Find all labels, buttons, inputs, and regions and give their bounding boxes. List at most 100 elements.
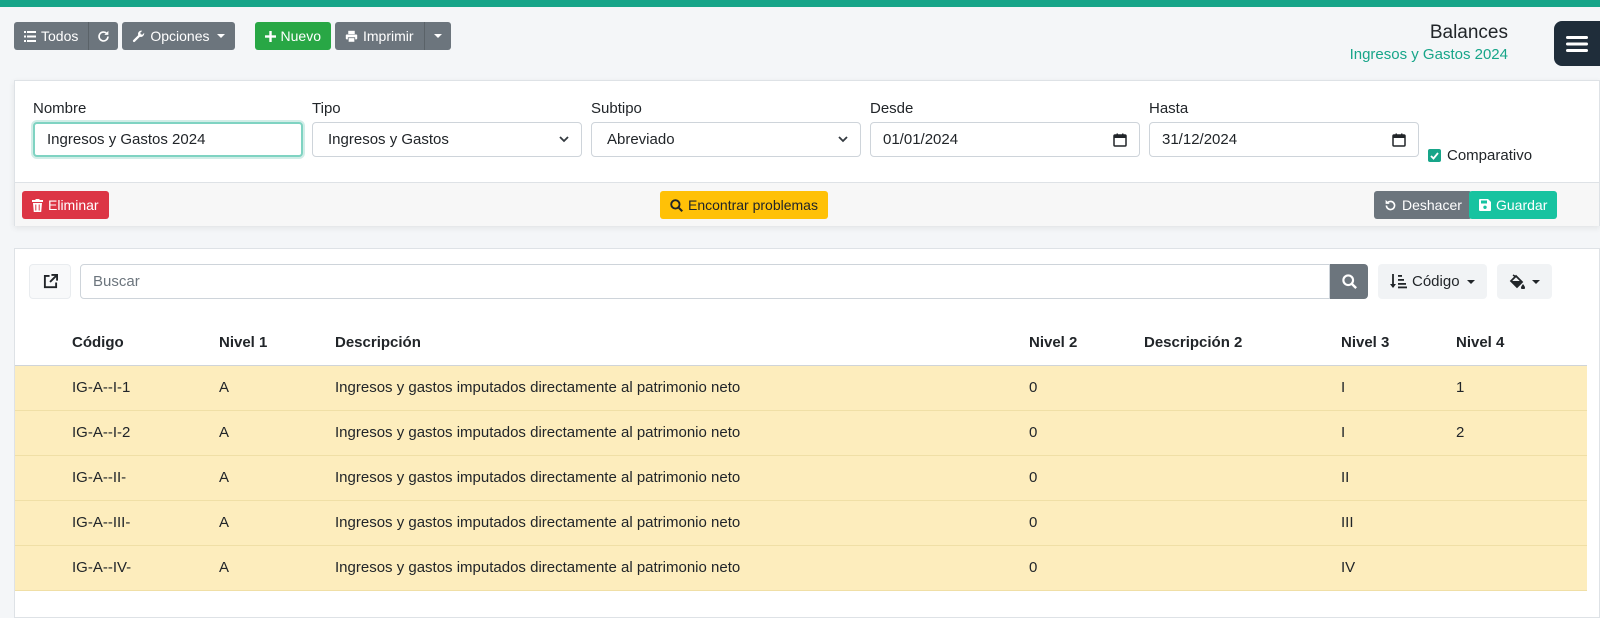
tipo-select[interactable]: Ingresos y Gastos: [312, 122, 582, 157]
wrench-icon: [133, 30, 145, 42]
desde-date-input[interactable]: 01/01/2024: [870, 122, 1140, 157]
imprimir-dropdown-button[interactable]: [423, 22, 451, 50]
column-header-descripcion-2[interactable]: Descripción 2: [1144, 321, 1341, 366]
cell-nivel-3: III: [1341, 500, 1456, 546]
eliminar-button[interactable]: Eliminar: [22, 191, 109, 219]
cell-nivel-1: A: [219, 500, 335, 546]
cell-codigo: IG-A--III-: [72, 500, 219, 546]
cell-nivel-4: [1456, 500, 1587, 546]
column-header-codigo[interactable]: Código: [72, 321, 219, 366]
search-button[interactable]: [1330, 264, 1368, 299]
imprimir-label: Imprimir: [362, 28, 414, 44]
subtipo-label: Subtipo: [591, 100, 642, 117]
cell-nivel-3: I: [1341, 410, 1456, 456]
guardar-button[interactable]: Guardar: [1469, 191, 1558, 219]
balance-form-card: Nombre Ingresos y Gastos 2024 Tipo Ingre…: [14, 80, 1600, 226]
tipo-field: Tipo Ingresos y Gastos: [312, 99, 582, 164]
cell-nivel-2: 0: [1029, 545, 1144, 591]
comparativo-checkbox-wrap[interactable]: Comparativo: [1428, 147, 1532, 164]
cell-nivel-2: 0: [1029, 365, 1144, 411]
opciones-button[interactable]: Opciones: [122, 22, 235, 50]
toolbar: Todos Opciones Nuevo Imprimir: [14, 22, 451, 50]
cell-codigo: IG-A--I-1: [72, 365, 219, 411]
row-spacer: [15, 410, 72, 456]
cell-descripcion: Ingresos y gastos imputados directamente…: [335, 455, 1029, 501]
balance-lines-table: Código Nivel 1 Descripción Nivel 2 Descr…: [15, 321, 1587, 591]
menu-button[interactable]: [1554, 21, 1600, 66]
cell-nivel-3: I: [1341, 365, 1456, 411]
nuevo-label: Nuevo: [280, 28, 321, 44]
column-header-descripcion[interactable]: Descripción: [335, 321, 1029, 366]
cell-nivel-4: [1456, 545, 1587, 591]
eliminar-label: Eliminar: [48, 197, 99, 213]
search-input[interactable]: Buscar: [80, 264, 1330, 299]
color-filter-button[interactable]: [1496, 264, 1552, 299]
paint-bucket-icon: [1509, 274, 1525, 289]
lines-list-card: Buscar Código Código Nivel 1 Descripción…: [14, 248, 1600, 618]
cell-nivel-4: 1: [1456, 365, 1587, 411]
trash-icon: [32, 198, 43, 212]
subtipo-select[interactable]: Abreviado: [591, 122, 861, 157]
table-row[interactable]: IG-A--I-2 A Ingresos y gastos imputados …: [15, 410, 1587, 456]
cell-nivel-2: 0: [1029, 500, 1144, 546]
open-new-tab-button[interactable]: [29, 264, 71, 299]
calendar-icon[interactable]: [1392, 133, 1406, 147]
nombre-input[interactable]: Ingresos y Gastos 2024: [33, 122, 303, 157]
hasta-value: 31/12/2024: [1162, 131, 1238, 148]
cell-codigo: IG-A--II-: [72, 455, 219, 501]
checkmark-icon: [1430, 151, 1439, 160]
sort-icon: [1390, 274, 1407, 289]
sort-button[interactable]: Código: [1378, 264, 1487, 299]
hamburger-menu-icon: [1566, 35, 1588, 52]
comparativo-label: Comparativo: [1447, 147, 1533, 164]
top-accent-bar: [0, 0, 1600, 7]
table-row[interactable]: IG-A--II- A Ingresos y gastos imputados …: [15, 455, 1587, 501]
cell-descripcion: Ingresos y gastos imputados directamente…: [335, 500, 1029, 546]
nuevo-button[interactable]: Nuevo: [254, 22, 331, 50]
guardar-label: Guardar: [1496, 197, 1548, 213]
search-icon: [670, 198, 683, 212]
table-row[interactable]: IG-A--IV- A Ingresos y gastos imputados …: [15, 545, 1587, 591]
cell-nivel-2: 0: [1029, 410, 1144, 456]
opciones-label: Opciones: [150, 28, 210, 44]
calendar-icon[interactable]: [1113, 133, 1127, 147]
table-row[interactable]: IG-A--I-1 A Ingresos y gastos imputados …: [15, 365, 1587, 411]
desde-label: Desde: [870, 100, 914, 117]
cell-descripcion-2: [1144, 365, 1341, 411]
nombre-label: Nombre: [33, 100, 87, 117]
imprimir-button[interactable]: Imprimir: [334, 22, 424, 50]
comparativo-checkbox[interactable]: [1428, 149, 1441, 162]
row-spacer: [15, 500, 72, 546]
form-fields-row: Nombre Ingresos y Gastos 2024 Tipo Ingre…: [33, 99, 1532, 164]
refresh-icon: [98, 30, 110, 42]
plus-icon: [264, 30, 276, 42]
column-header-nivel-4[interactable]: Nivel 4: [1456, 321, 1587, 366]
cell-codigo: IG-A--IV-: [72, 545, 219, 591]
column-header-nivel-3[interactable]: Nivel 3: [1341, 321, 1456, 366]
cell-nivel-4: [1456, 455, 1587, 501]
refresh-button[interactable]: [88, 22, 119, 50]
hasta-label: Hasta: [1149, 100, 1189, 117]
cell-descripcion-2: [1144, 410, 1341, 456]
table-row[interactable]: IG-A--III- A Ingresos y gastos imputados…: [15, 500, 1587, 546]
page-title: Balances: [1429, 22, 1508, 43]
cell-descripcion: Ingresos y gastos imputados directamente…: [335, 410, 1029, 456]
chevron-down-icon: [1466, 279, 1475, 284]
list-icon: [24, 30, 36, 42]
chevron-down-icon: [559, 136, 569, 143]
hasta-date-input[interactable]: 31/12/2024: [1149, 122, 1419, 157]
subtipo-field: Subtipo Abreviado: [591, 99, 861, 164]
todos-label: Todos: [41, 28, 79, 44]
deshacer-label: Deshacer: [1402, 197, 1462, 213]
cell-nivel-1: A: [219, 410, 335, 456]
column-header-nivel-1[interactable]: Nivel 1: [219, 321, 335, 366]
column-header-nivel-2[interactable]: Nivel 2: [1029, 321, 1144, 366]
nombre-field: Nombre Ingresos y Gastos 2024: [33, 99, 303, 164]
encontrar-problemas-button[interactable]: Encontrar problemas: [660, 191, 828, 219]
cell-nivel-1: A: [219, 545, 335, 591]
chevron-down-icon: [838, 136, 848, 143]
todos-button[interactable]: Todos: [14, 22, 89, 50]
deshacer-button[interactable]: Deshacer: [1374, 191, 1472, 219]
save-icon: [1479, 199, 1491, 211]
cell-descripcion: Ingresos y gastos imputados directamente…: [335, 365, 1029, 411]
